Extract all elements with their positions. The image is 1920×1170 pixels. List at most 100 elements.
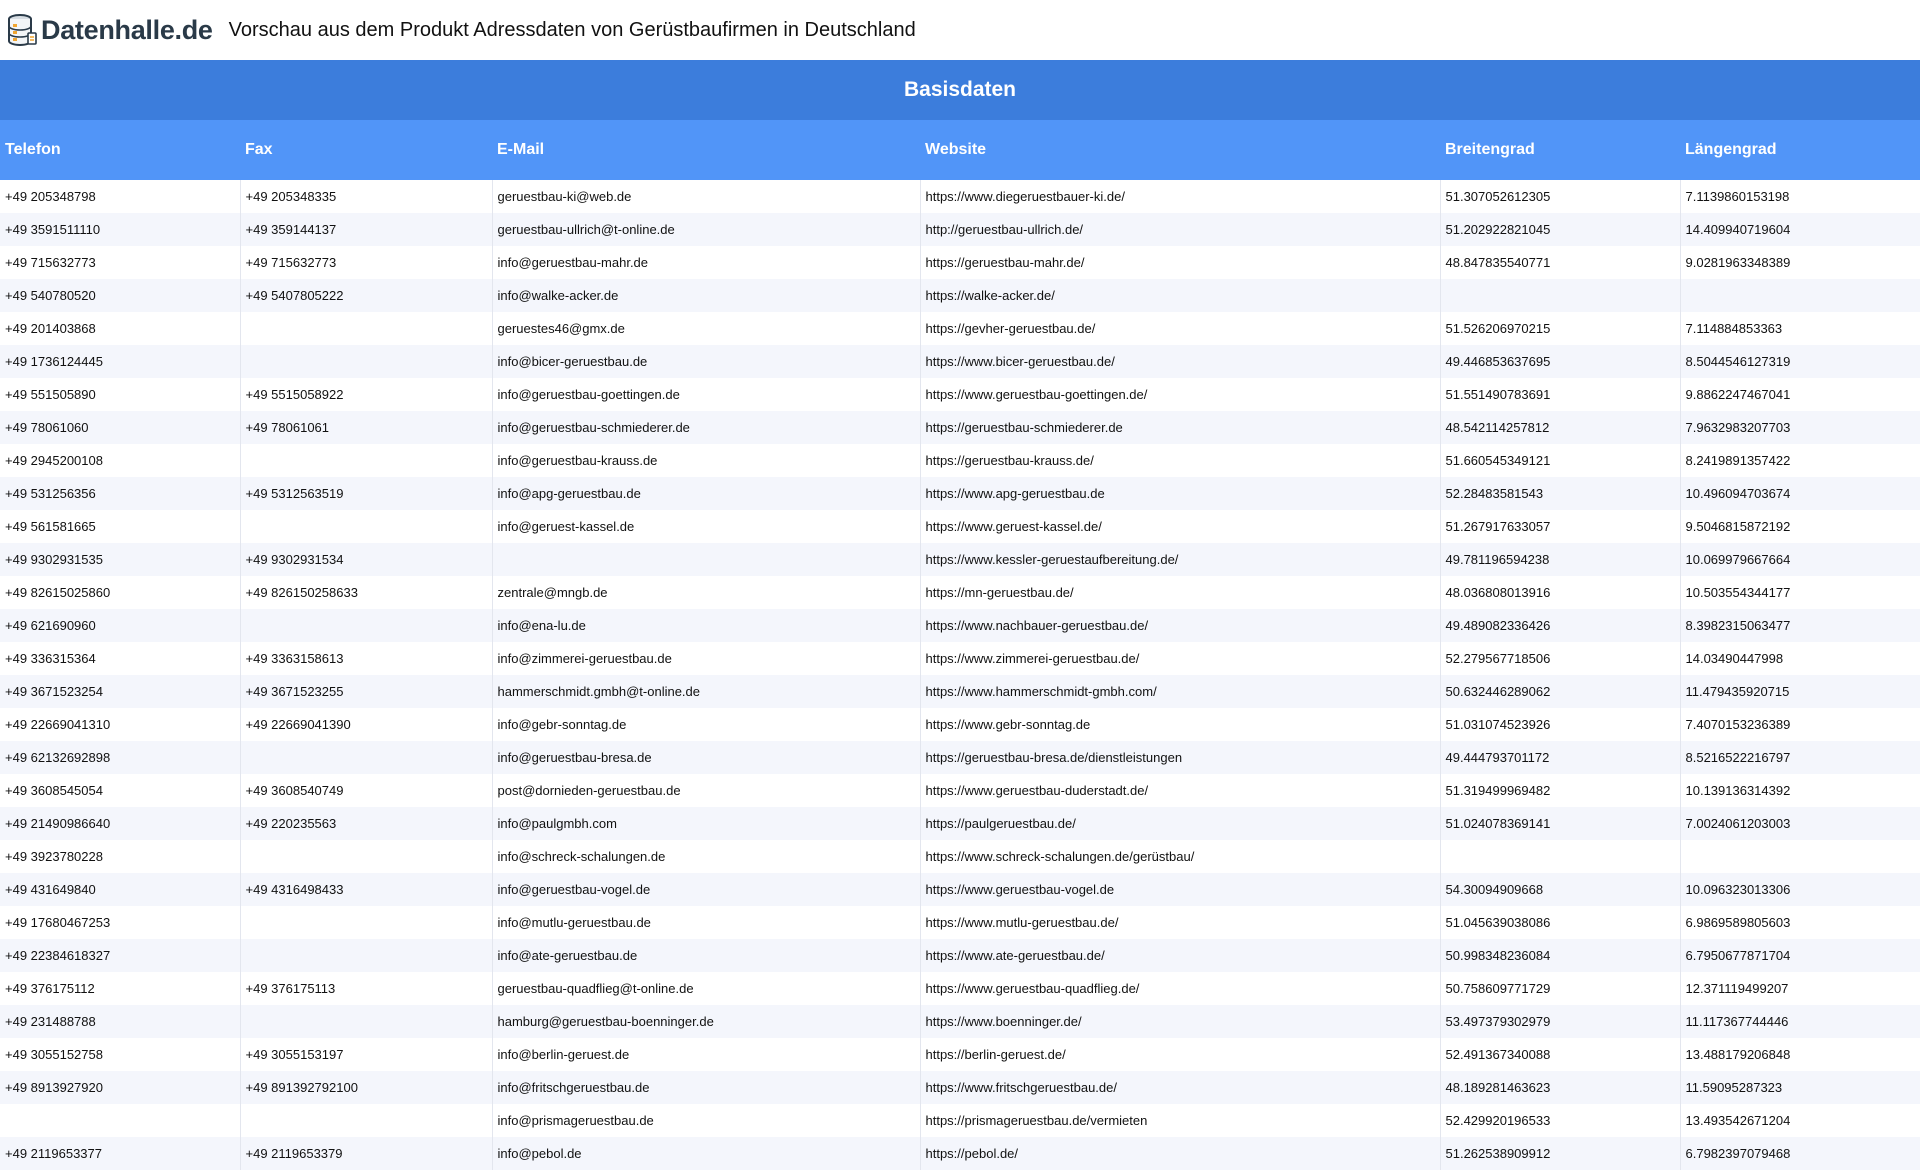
cell-telefon: +49 21490986640 <box>0 807 241 840</box>
cell-laengengrad: 7.9632983207703 <box>1680 411 1920 444</box>
section-title: Basisdaten <box>903 78 1017 101</box>
cell-telefon: +49 336315364 <box>0 642 241 675</box>
cell-telefon: +49 531256356 <box>0 477 241 510</box>
table-row: +49 205348798 +49 205348335 geruestbau-ki@… <box>0 180 1920 213</box>
cell-email: post@dornieden-geruestbau.de <box>492 774 921 807</box>
cell-telefon: +49 231488788 <box>0 1005 241 1038</box>
table-row: +49 3923780228 info@schreck-schalungen.de… <box>0 840 1920 873</box>
table-row: +49 531256356 +49 5312563519 info@apg-geru… <box>0 477 1920 510</box>
cell-email: info@apg-geruestbau.de <box>492 477 921 510</box>
cell-email: info@bicer-geruestbau.de <box>492 345 921 378</box>
table-row: +49 201403868 geruestes46@gmx.de https://g… <box>0 312 1920 345</box>
cell-website: https://www.gebr-sonntag.de <box>920 708 1441 741</box>
cell-breitengrad: 54.30094909668 <box>1440 873 1681 906</box>
cell-laengengrad: 8.2419891357422 <box>1680 444 1920 477</box>
cell-telefon: +49 2119653377 <box>0 1137 241 1170</box>
cell-telefon: +49 3671523254 <box>0 675 241 708</box>
cell-email <box>492 543 921 576</box>
cell-fax: +49 3055153197 <box>240 1038 493 1071</box>
cell-fax: +49 5515058922 <box>240 378 493 411</box>
cell-fax: +49 9302931534 <box>240 543 493 576</box>
cell-laengengrad: 11.59095287323 <box>1680 1071 1920 1104</box>
cell-laengengrad: 10.096323013306 <box>1680 873 1920 906</box>
column-header-fax: Fax <box>240 120 492 180</box>
table-row: +49 3671523254 +49 3671523255 hammerschmid… <box>0 675 1920 708</box>
cell-telefon: +49 561581665 <box>0 510 241 543</box>
cell-email: info@walke-acker.de <box>492 279 921 312</box>
cell-breitengrad: 51.031074523926 <box>1440 708 1681 741</box>
cell-breitengrad: 51.045639038086 <box>1440 906 1681 939</box>
cell-email: info@geruestbau-schmiederer.de <box>492 411 921 444</box>
cell-fax: +49 376175113 <box>240 972 493 1005</box>
cell-breitengrad: 51.307052612305 <box>1440 180 1681 213</box>
table-row: +49 621690960 info@ena-lu.de https://www.n… <box>0 609 1920 642</box>
cell-email: zentrale@mngb.de <box>492 576 921 609</box>
cell-website: https://www.boenninger.de/ <box>920 1005 1441 1038</box>
cell-laengengrad: 10.496094703674 <box>1680 477 1920 510</box>
cell-website: https://walke-acker.de/ <box>920 279 1441 312</box>
cell-laengengrad: 9.8862247467041 <box>1680 378 1920 411</box>
cell-email: info@ena-lu.de <box>492 609 921 642</box>
table-row: +49 551505890 +49 5515058922 info@geruestb… <box>0 378 1920 411</box>
cell-telefon: +49 621690960 <box>0 609 241 642</box>
cell-website: https://geruestbau-schmiederer.de <box>920 411 1441 444</box>
cell-laengengrad: 13.488179206848 <box>1680 1038 1920 1071</box>
cell-laengengrad: 9.0281963348389 <box>1680 246 1920 279</box>
cell-website: https://geruestbau-bresa.de/dienstleistu… <box>920 741 1441 774</box>
cell-website: https://paulgeruestbau.de/ <box>920 807 1441 840</box>
cell-fax: +49 220235563 <box>240 807 493 840</box>
cell-laengengrad <box>1680 279 1920 312</box>
cell-email: info@pebol.de <box>492 1137 921 1170</box>
cell-laengengrad: 11.117367744446 <box>1680 1005 1920 1038</box>
cell-email: info@geruestbau-bresa.de <box>492 741 921 774</box>
table-row: +49 376175112 +49 376175113 geruestbau-qua… <box>0 972 1920 1005</box>
cell-breitengrad: 49.489082336426 <box>1440 609 1681 642</box>
column-header-email: E-Mail <box>492 120 920 180</box>
cell-email: info@geruestbau-krauss.de <box>492 444 921 477</box>
cell-fax <box>240 609 493 642</box>
cell-laengengrad: 10.139136314392 <box>1680 774 1920 807</box>
cell-laengengrad: 13.493542671204 <box>1680 1104 1920 1137</box>
cell-breitengrad: 52.429920196533 <box>1440 1104 1681 1137</box>
table-row: info@prismageruestbau.de https://prismage… <box>0 1104 1920 1137</box>
cell-email: info@geruestbau-mahr.de <box>492 246 921 279</box>
column-header-breitengrad: Breitengrad <box>1440 120 1680 180</box>
cell-fax: +49 5312563519 <box>240 477 493 510</box>
table-row: +49 9302931535 +49 9302931534 https://www.… <box>0 543 1920 576</box>
cell-laengengrad: 8.5216522216797 <box>1680 741 1920 774</box>
cell-email: info@fritschgeruestbau.de <box>492 1071 921 1104</box>
table-row: +49 78061060 +49 78061061 info@geruestbau-… <box>0 411 1920 444</box>
cell-website: https://mn-geruestbau.de/ <box>920 576 1441 609</box>
cell-fax <box>240 444 493 477</box>
cell-website: https://www.geruestbau-duderstadt.de/ <box>920 774 1441 807</box>
cell-laengengrad: 7.1139860153198 <box>1680 180 1920 213</box>
cell-telefon: +49 205348798 <box>0 180 241 213</box>
cell-laengengrad: 11.479435920715 <box>1680 675 1920 708</box>
cell-website: https://www.fritschgeruestbau.de/ <box>920 1071 1441 1104</box>
cell-email: info@geruest-kassel.de <box>492 510 921 543</box>
cell-breitengrad: 52.279567718506 <box>1440 642 1681 675</box>
cell-website: https://www.geruestbau-vogel.de <box>920 873 1441 906</box>
cell-fax: +49 826150258633 <box>240 576 493 609</box>
cell-website: https://www.apg-geruestbau.de <box>920 477 1441 510</box>
cell-telefon: +49 1736124445 <box>0 345 241 378</box>
table-body: +49 205348798 +49 205348335 geruestbau-ki@… <box>0 180 1920 1170</box>
cell-email: hamburg@geruestbau-boenninger.de <box>492 1005 921 1038</box>
top-bar: Datenhalle.de Vorschau aus dem Produkt A… <box>0 0 1920 60</box>
cell-website: https://www.geruestbau-quadflieg.de/ <box>920 972 1441 1005</box>
cell-breitengrad: 52.28483581543 <box>1440 477 1681 510</box>
cell-website: https://www.geruestbau-goettingen.de/ <box>920 378 1441 411</box>
cell-email: geruestbau-ullrich@t-online.de <box>492 213 921 246</box>
cell-website: https://www.hammerschmidt-gmbh.com/ <box>920 675 1441 708</box>
cell-telefon: +49 82615025860 <box>0 576 241 609</box>
cell-breitengrad: 51.526206970215 <box>1440 312 1681 345</box>
cell-email: hammerschmidt.gmbh@t-online.de <box>492 675 921 708</box>
table-header-row: Telefon Fax E-Mail Website Breitengrad L… <box>0 120 1920 180</box>
cell-email: info@geruestbau-vogel.de <box>492 873 921 906</box>
cell-breitengrad: 50.998348236084 <box>1440 939 1681 972</box>
cell-website: https://geruestbau-krauss.de/ <box>920 444 1441 477</box>
cell-fax <box>240 1005 493 1038</box>
cell-fax: +49 891392792100 <box>240 1071 493 1104</box>
section-header: Basisdaten <box>0 60 1920 120</box>
datenhalle-logo[interactable]: Datenhalle.de <box>6 13 213 47</box>
